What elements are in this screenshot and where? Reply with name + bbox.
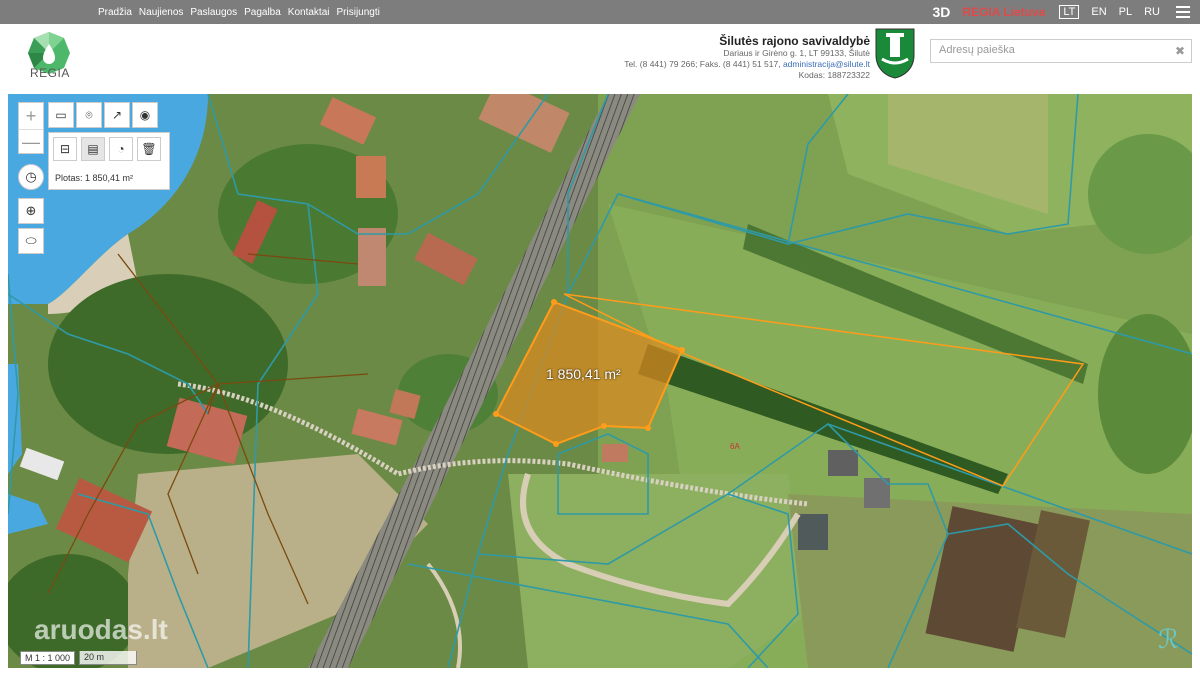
scale-distance: 20 m: [79, 651, 138, 665]
coat-of-arms-icon: [875, 28, 915, 79]
lang-lt[interactable]: LT: [1059, 5, 1080, 19]
pin-icon: ⌾: [85, 107, 93, 122]
crosshair-button[interactable]: ⊕: [18, 198, 44, 224]
municipality-name: Šilutės rajono savivaldybė: [719, 34, 870, 48]
header: REGIA Šilutės rajono savivaldybė Dariaus…: [0, 24, 1200, 92]
municipality-code: Kodas: 188723322: [798, 70, 870, 80]
share-icon: ↗: [111, 108, 123, 122]
3d-button[interactable]: 3D: [933, 4, 951, 20]
nav-naujienos[interactable]: Naujienos: [139, 7, 183, 18]
top-bar: Pradžia Naujienos Paslaugos Pagalba Kont…: [0, 0, 1200, 24]
measure-area-tool[interactable]: ▤: [81, 137, 105, 161]
delete-measure-button[interactable]: 🗑: [137, 137, 161, 161]
municipality-info: Šilutės rajono savivaldybė Dariaus ir Gi…: [624, 34, 870, 81]
measure-radius-tool[interactable]: ◔: [109, 137, 133, 161]
radius-icon: ◔: [117, 142, 125, 156]
area-readout: Plotas: 1 850,41 m²: [55, 173, 134, 183]
share-button[interactable]: ↗: [104, 102, 130, 128]
measure-length-button[interactable]: ▭: [48, 102, 74, 128]
zoom-out-button[interactable]: —: [19, 129, 43, 155]
lang-pl[interactable]: PL: [1119, 6, 1132, 18]
lang-ru[interactable]: RU: [1144, 6, 1160, 18]
nav-pradzia[interactable]: Pradžia: [98, 7, 132, 18]
email-link[interactable]: administracija@silute.lt: [783, 59, 870, 69]
top-toolbar: ▭ ⌾ ↗ ◉: [48, 102, 158, 128]
locate-target-button[interactable]: ◉: [132, 102, 158, 128]
nav-pagalba[interactable]: Pagalba: [244, 7, 281, 18]
nav-prisijungti[interactable]: Prisijungti: [337, 7, 380, 18]
region-button[interactable]: ⬭: [18, 228, 44, 254]
line-ruler-icon: ⊟: [59, 142, 71, 156]
search-clear-icon[interactable]: ✖: [1175, 44, 1185, 58]
municipality-address: Dariaus ir Girėno g. 1, LT 99133, Šilutė: [723, 48, 870, 58]
hamburger-menu-icon[interactable]: [1176, 6, 1190, 18]
area-ruler-icon: ▤: [87, 142, 99, 156]
place-marker-button[interactable]: ⌾: [76, 102, 102, 128]
nav-paslaugos[interactable]: Paslaugos: [190, 7, 237, 18]
measure-line-tool[interactable]: ⊟: [53, 137, 77, 161]
scale-bar: M 1 : 1 000 20 m: [20, 651, 138, 665]
regia-lietuva-link[interactable]: REGIA Lietuva: [962, 5, 1045, 19]
compass-icon: ◷: [25, 169, 37, 184]
logo-text: REGIA: [30, 66, 70, 80]
municipality-contacts: Tel. (8 441) 79 266; Faks. (8 441) 51 51…: [624, 59, 870, 69]
scale-ratio: M 1 : 1 000: [20, 651, 76, 665]
crosshair-icon: ⊕: [25, 203, 37, 218]
target-icon: ◉: [139, 108, 151, 122]
compass-button[interactable]: ◷: [18, 164, 44, 190]
ruler-icon: ▭: [55, 108, 67, 122]
trash-icon: 🗑: [141, 142, 157, 156]
map-view[interactable]: 1 850,41 m² 6A + — ▭ ⌾ ↗ ◉ ⊟ ▤ ◔ 🗑 Plota…: [8, 94, 1192, 668]
zoom-in-button[interactable]: +: [19, 103, 43, 129]
address-search-input[interactable]: Adresų paieška ✖: [930, 39, 1192, 63]
watermark: aruodas.lt: [34, 614, 168, 645]
corner-logo-icon: ℛ: [1158, 624, 1179, 654]
zoom-control: + —: [18, 102, 44, 154]
top-right: 3D REGIA Lietuva LT EN PL RU: [933, 0, 1200, 24]
top-nav: Pradžia Naujienos Paslaugos Pagalba Kont…: [98, 0, 380, 24]
nav-kontaktai[interactable]: Kontaktai: [288, 7, 330, 18]
measure-area-label: 1 850,41 m²: [546, 366, 621, 382]
region-icon: ⬭: [25, 233, 37, 248]
measure-panel: ⊟ ▤ ◔ 🗑 Plotas: 1 850,41 m²: [48, 132, 170, 190]
parcel-label: 6A: [730, 442, 740, 451]
lang-en[interactable]: EN: [1091, 6, 1106, 18]
